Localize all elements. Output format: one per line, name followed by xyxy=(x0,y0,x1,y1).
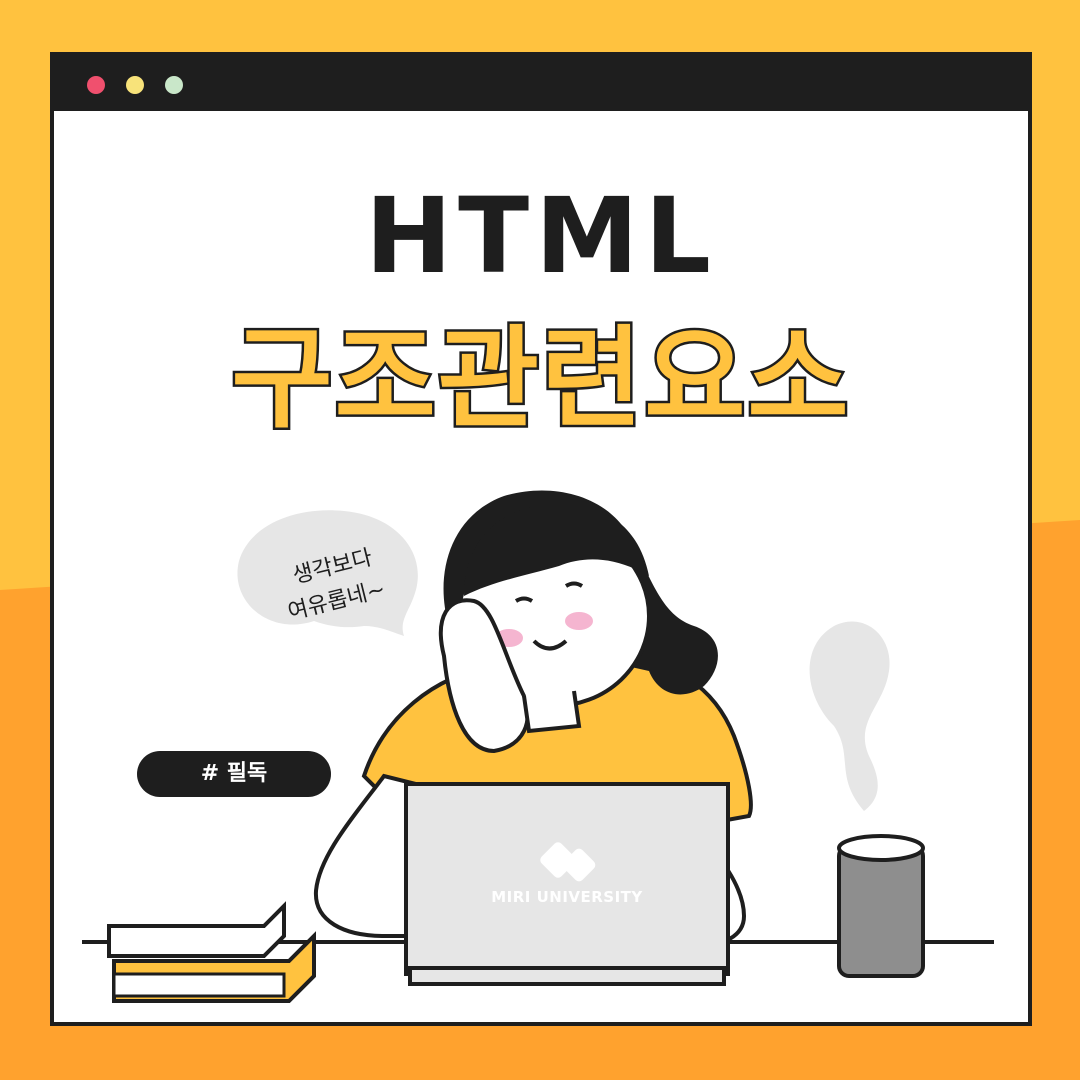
steam xyxy=(809,621,890,811)
browser-window: HTML 구조관련요소 # 필독 생각보다 여유롭네~ MIRI UNIVERS… xyxy=(50,52,1032,1026)
speech-bubble: 생각보다 여유롭네~ xyxy=(237,510,418,636)
laptop-brand-text: MIRI UNIVERSITY xyxy=(491,888,643,906)
book-stack xyxy=(107,901,316,1003)
laptop: MIRI UNIVERSITY xyxy=(404,782,730,986)
coffee-cup xyxy=(837,834,925,978)
study-illustration: 생각보다 여유롭네~ MIRI UNIVERSITY xyxy=(82,490,994,1003)
